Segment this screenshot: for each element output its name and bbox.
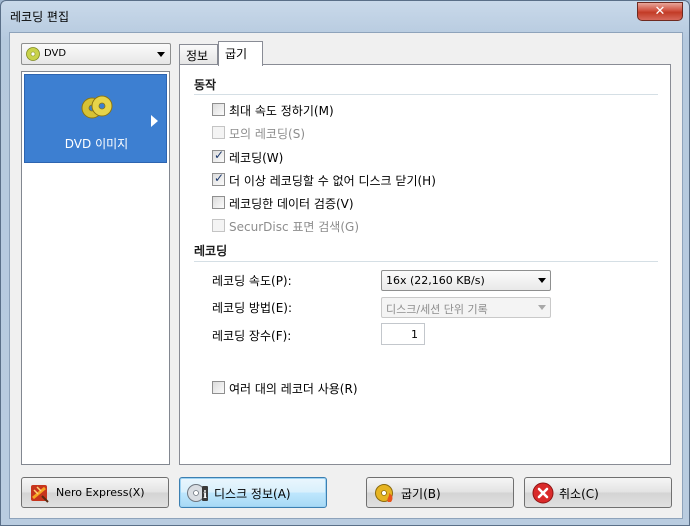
checkbox-box xyxy=(212,219,225,232)
checkbox-label: SecurDisc 표면 검색(G) xyxy=(229,220,360,234)
write-method-value: 디스크/세션 단위 기록 xyxy=(386,303,488,316)
nero-express-button[interactable]: Nero Express(X) xyxy=(21,477,169,508)
write-speed-label: 레코딩 속도(P): xyxy=(212,274,292,288)
nero-express-label: Nero Express(X) xyxy=(56,486,145,499)
burn-label: 굽기(B) xyxy=(401,487,441,501)
svg-text:i: i xyxy=(203,490,207,501)
dvd-image-item[interactable]: DVD 이미지 xyxy=(24,74,167,163)
checkbox-label: 여러 대의 레코더 사용(R) xyxy=(229,382,358,396)
chevron-down-icon xyxy=(157,52,165,57)
cancel-label: 취소(C) xyxy=(559,487,599,501)
chevron-down-icon xyxy=(538,278,546,283)
checkbox-label: 레코딩(W) xyxy=(229,151,284,165)
section-divider xyxy=(194,94,658,95)
write-method-label: 레코딩 방법(E): xyxy=(212,301,293,315)
checkbox-box xyxy=(212,381,225,394)
checkbox-label: 모의 레코딩(S) xyxy=(229,127,305,141)
checkbox-box xyxy=(212,103,225,116)
action-section-title: 동작 xyxy=(194,78,217,92)
cancel-button[interactable]: 취소(C) xyxy=(524,477,672,508)
disc-info-button[interactable]: i 디스크 정보(A) xyxy=(179,477,327,508)
copies-input[interactable]: 1 xyxy=(381,323,425,345)
dvd-discs-icon xyxy=(81,95,113,119)
copies-label: 레코딩 장수(F): xyxy=(212,329,292,343)
tab-info[interactable]: 정보 xyxy=(179,44,218,65)
device-type-value: DVD xyxy=(44,48,67,59)
disc-info-label: 디스크 정보(A) xyxy=(214,487,291,501)
checkbox-label: 레코딩한 데이터 검증(V) xyxy=(229,197,354,211)
checkbox-box-checked xyxy=(212,171,225,186)
checkbox-box xyxy=(212,126,225,139)
chevron-right-icon xyxy=(151,115,158,127)
copies-value: 1 xyxy=(411,328,418,341)
checkbox-label: 더 이상 레코딩할 수 없어 디스크 닫기(H) xyxy=(229,174,436,188)
chevron-down-icon xyxy=(538,305,546,310)
burn-icon xyxy=(375,484,393,502)
burn-button[interactable]: 굽기(B) xyxy=(366,477,514,508)
disc-info-icon: i xyxy=(187,484,208,502)
burn-tab-panel: 동작 최대 속도 정하기(M) 모의 레코딩(S) 레코딩(W) 더 이상 레코… xyxy=(179,64,671,465)
write-speed-dropdown[interactable]: 16x (22,160 KB/s) xyxy=(381,270,551,291)
nero-express-icon xyxy=(31,485,49,503)
write-speed-value: 16x (22,160 KB/s) xyxy=(386,274,485,287)
device-type-dropdown[interactable]: DVD xyxy=(21,43,171,65)
tab-burn[interactable]: 굽기 xyxy=(218,41,263,66)
recording-section-title: 레코딩 xyxy=(194,244,228,258)
window-title: 레코딩 편집 xyxy=(10,10,70,24)
title-bar: 레코딩 편집 ✕ xyxy=(1,1,689,31)
checkbox-box-checked xyxy=(212,148,225,163)
dialog-client-area: DVD DVD 이미지 정보 굽기 동작 최대 속도 정하기(M) 모의 레코딩… xyxy=(9,32,683,519)
checkbox-box xyxy=(212,196,225,209)
compilation-list: DVD 이미지 xyxy=(21,71,170,465)
write-method-dropdown: 디스크/세션 단위 기록 xyxy=(381,297,551,318)
disc-icon xyxy=(26,47,40,61)
section-divider xyxy=(194,261,658,262)
cancel-icon xyxy=(532,482,554,504)
dvd-image-label: DVD 이미지 xyxy=(64,137,129,151)
close-button[interactable]: ✕ xyxy=(637,2,683,21)
burn-settings-dialog: 레코딩 편집 ✕ DVD DVD 이미지 정보 굽기 동작 최대 속도 정하기(… xyxy=(0,0,690,526)
checkbox-label: 최대 속도 정하기(M) xyxy=(229,104,334,118)
